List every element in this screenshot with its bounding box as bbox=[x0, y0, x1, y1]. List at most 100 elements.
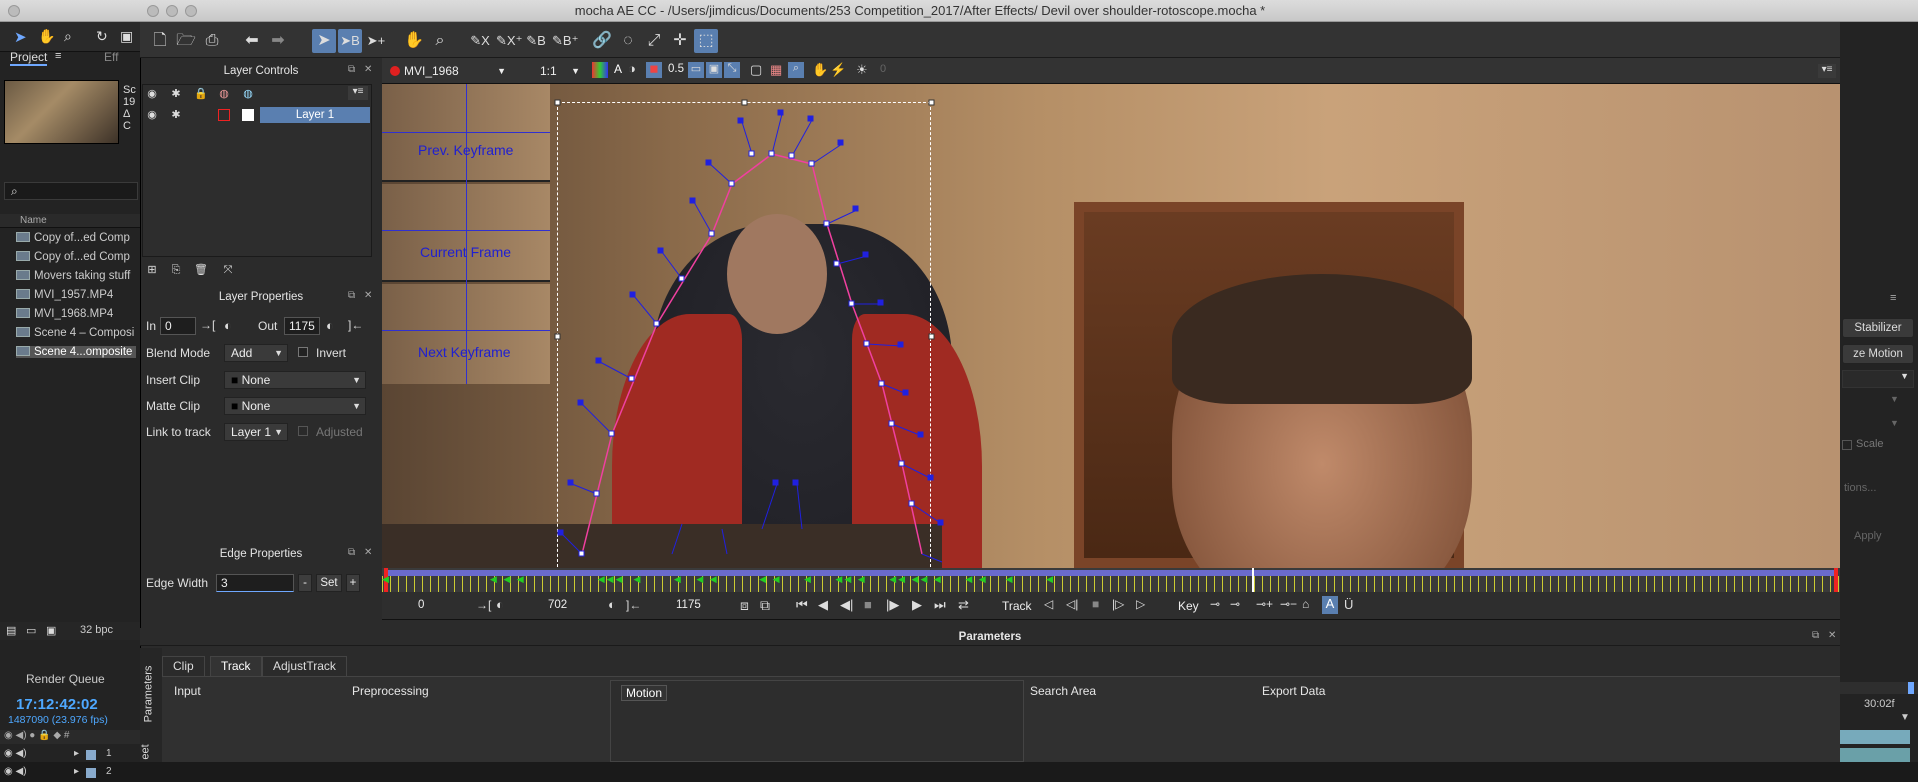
hand-tool-icon[interactable]: ✋ bbox=[38, 28, 55, 45]
lasso-icon[interactable]: ◌ bbox=[616, 29, 640, 53]
start-frame[interactable]: 0 bbox=[418, 599, 424, 611]
timeline-bar[interactable]: ◀ ◀ ◀ ◀ ◀◀◀ ◀ ◀ ◀ ◀ ◀ ◀ ◀ ◀◀ ◀ ◀◀ ◀◀ ◀ ◀… bbox=[382, 568, 1840, 592]
zoom-tool-icon[interactable]: ⌕ bbox=[64, 28, 72, 45]
undo-icon[interactable]: ⬅ bbox=[240, 29, 264, 53]
grid-icon[interactable]: ▦ bbox=[770, 62, 782, 78]
current-frame[interactable]: 702 bbox=[548, 599, 567, 611]
panel-menu-icon[interactable]: ≡ bbox=[1890, 292, 1896, 304]
edge-width-plus-button[interactable]: + bbox=[346, 574, 360, 592]
in-field[interactable]: 0 bbox=[160, 317, 196, 335]
invert-checkbox[interactable] bbox=[298, 347, 308, 357]
move-icon[interactable]: ✛ bbox=[668, 29, 692, 53]
save-project-icon[interactable]: ⎙ bbox=[200, 29, 224, 53]
in-key-icon[interactable]: ◐ bbox=[496, 597, 504, 612]
track-backward-icon[interactable]: ◁ bbox=[1044, 597, 1053, 611]
loop-icon[interactable]: ⇄ bbox=[958, 597, 969, 613]
show-surface-icon[interactable]: ▢ bbox=[750, 62, 762, 78]
brightness-icon[interactable]: ☀ bbox=[856, 62, 868, 78]
out-key-icon[interactable]: ◐ bbox=[608, 597, 616, 612]
viewer-menu-icon[interactable]: ▾≡ bbox=[1818, 64, 1836, 78]
layer-bar[interactable] bbox=[1840, 730, 1910, 744]
end-frame[interactable]: 1175 bbox=[676, 599, 701, 611]
layer-cog-icon[interactable]: ✱ bbox=[170, 109, 182, 121]
zoom-range-icon[interactable]: ⧉ bbox=[760, 597, 770, 614]
table-row[interactable]: ◉ ✱ Layer 1 bbox=[142, 106, 372, 124]
track-stop-icon[interactable]: ■ bbox=[1092, 597, 1099, 611]
go-start-icon[interactable]: ⏮ bbox=[796, 597, 808, 613]
camera-tool-icon[interactable]: ▣ bbox=[120, 28, 133, 45]
auto-key-icon[interactable]: A bbox=[1322, 596, 1338, 614]
prev-key-icon[interactable]: ⊸ bbox=[1210, 597, 1220, 611]
adjusted-checkbox[interactable] bbox=[298, 426, 308, 436]
track-prev-frame-icon[interactable]: ◁| bbox=[1066, 597, 1078, 611]
play-backward-icon[interactable]: ◀| bbox=[840, 597, 853, 613]
source-select-arrow[interactable]: ▼ bbox=[1890, 394, 1899, 404]
float-panel-icon[interactable]: ⧉ bbox=[348, 64, 355, 75]
next-key-icon[interactable]: ⊸ bbox=[1230, 597, 1240, 611]
track-next-frame-icon[interactable]: |▷ bbox=[1112, 597, 1124, 611]
layer-matte-swatch[interactable] bbox=[242, 109, 254, 121]
float-panel-icon[interactable]: ⧉ bbox=[348, 290, 355, 301]
feature-select-arrow[interactable]: ▼ bbox=[1890, 418, 1899, 428]
ae-timecode[interactable]: 17:12:42:02 bbox=[16, 696, 98, 713]
create-bezier-icon[interactable]: ✎B bbox=[524, 29, 548, 53]
list-item[interactable]: MVI_1957.MP4 bbox=[16, 289, 136, 301]
edge-width-minus-button[interactable]: - bbox=[298, 574, 312, 592]
insert-clip-select[interactable]: ■ None ▼ bbox=[224, 371, 366, 389]
layer-name[interactable]: Layer 1 bbox=[260, 107, 370, 123]
edge-width-field[interactable]: 3 bbox=[216, 574, 294, 592]
set-in-point-icon[interactable]: →[ bbox=[200, 318, 215, 332]
link-icon[interactable]: 🔗 bbox=[590, 29, 614, 53]
bit-depth[interactable]: 32 bpc bbox=[80, 624, 113, 636]
fit-range-icon[interactable]: ⧈ bbox=[740, 597, 749, 614]
clip-select[interactable]: MVI_1968 ▼ bbox=[404, 62, 508, 80]
new-project-icon[interactable]: 🗋 bbox=[148, 29, 172, 53]
project-search-input[interactable]: ⌕ bbox=[4, 182, 138, 200]
next-frame-icon[interactable]: ▶ bbox=[912, 597, 922, 613]
view-splines-icon[interactable]: ▣ bbox=[706, 62, 722, 78]
close-panel-icon[interactable]: ✕ bbox=[364, 64, 372, 75]
delete-key-icon[interactable]: ⊸− bbox=[1280, 597, 1297, 611]
delete-key-u-icon[interactable]: Ü bbox=[1344, 597, 1353, 612]
list-item[interactable]: Scene 4 – Composi bbox=[16, 327, 136, 339]
table-row[interactable]: ◉ ◀) ▸ 2 bbox=[0, 766, 140, 782]
apply-button[interactable]: Apply bbox=[1854, 530, 1882, 542]
blend-mode-select[interactable]: Add ▼ bbox=[224, 344, 288, 362]
layer-menu-icon[interactable]: ▾≡ bbox=[348, 86, 368, 100]
render-queue-tab[interactable]: Render Queue bbox=[26, 672, 105, 686]
opacity-value[interactable]: 0.5 bbox=[668, 63, 684, 75]
stabilizer-button[interactable]: Stabilizer bbox=[1842, 318, 1914, 338]
prev-frame-icon[interactable]: ◀ bbox=[818, 597, 828, 613]
side-tab-sheet[interactable]: eet bbox=[140, 744, 152, 759]
list-item[interactable]: Copy of...ed Comp bbox=[16, 251, 136, 263]
redo-icon[interactable]: ➡ bbox=[266, 29, 290, 53]
stop-icon[interactable]: ■ bbox=[864, 597, 872, 612]
list-item[interactable]: MVI_1968.MP4 bbox=[16, 308, 136, 320]
float-panel-icon[interactable]: ⧉ bbox=[348, 547, 355, 558]
layer-bar[interactable] bbox=[1840, 748, 1910, 762]
add-key-icon[interactable]: ⊸+ bbox=[1256, 597, 1273, 611]
set-in-icon[interactable]: →[ bbox=[476, 598, 491, 612]
selection-tool-icon[interactable]: ➤ bbox=[14, 28, 27, 46]
tab-clip[interactable]: Clip bbox=[162, 656, 205, 676]
play-forward-icon[interactable]: |▶ bbox=[886, 597, 899, 613]
set-out-point-icon[interactable]: ]← bbox=[348, 318, 363, 332]
pick-tool-icon[interactable]: ➤ bbox=[312, 29, 336, 53]
out-keyframe-icon[interactable]: ◐ bbox=[326, 318, 334, 333]
matte-clip-select[interactable]: ■ None ▼ bbox=[224, 397, 366, 415]
create-xspline-icon[interactable]: ✎X bbox=[468, 29, 492, 53]
add-xspline-icon[interactable]: ✎X⁺ bbox=[496, 29, 522, 53]
pan-tool-icon[interactable]: ✋ bbox=[402, 29, 426, 53]
stabilize-icon[interactable]: ✋ bbox=[812, 62, 828, 78]
tab-adjusttrack[interactable]: AdjustTrack bbox=[262, 656, 347, 676]
view-tangents-icon[interactable]: ⤡ bbox=[724, 62, 740, 78]
trace-icon[interactable]: ⚡ bbox=[830, 62, 846, 78]
in-keyframe-icon[interactable]: ◐ bbox=[224, 318, 232, 333]
view-layers-icon[interactable]: ▭ bbox=[688, 62, 704, 78]
column-name[interactable]: Name bbox=[20, 215, 47, 226]
transform-icon[interactable]: ⤢ bbox=[642, 29, 666, 53]
zoom-tool-icon[interactable]: ⌕ bbox=[428, 29, 452, 53]
playhead-icon[interactable]: ▼ bbox=[1900, 712, 1910, 723]
viewer-canvas[interactable]: Prev. Keyframe Current Frame Next Keyfra… bbox=[382, 84, 1840, 568]
layer-visibility-icon[interactable]: ◉ bbox=[146, 109, 158, 121]
